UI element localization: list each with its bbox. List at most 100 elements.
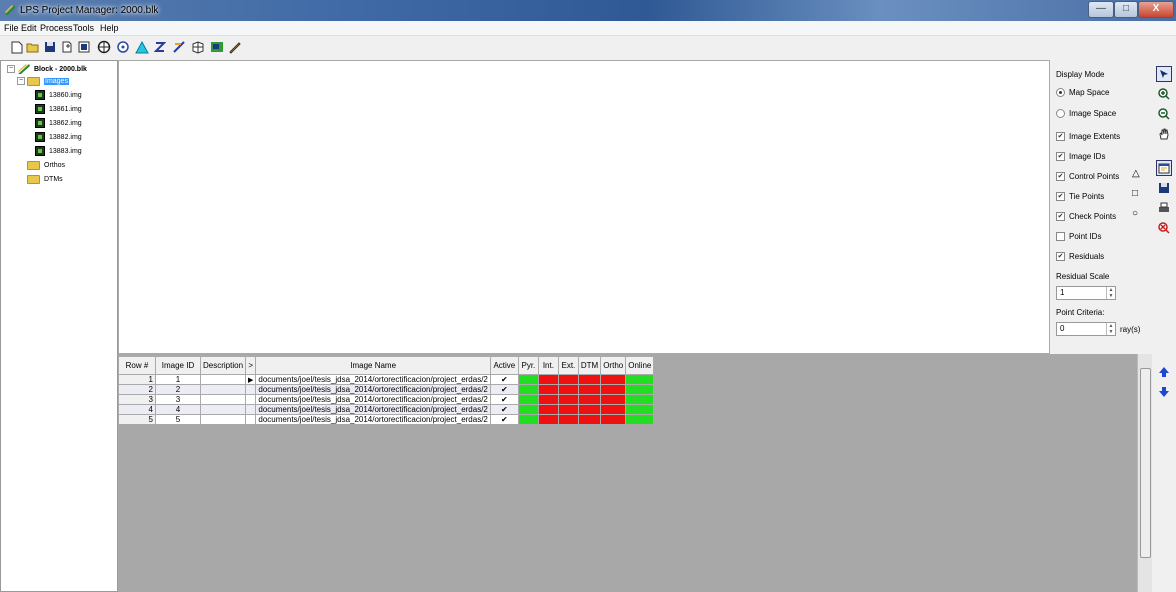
online-status[interactable] — [625, 404, 655, 415]
point-measurement-icon[interactable] — [116, 40, 130, 54]
active-cell[interactable]: ✔ — [489, 384, 519, 395]
interior-status[interactable] — [537, 404, 559, 415]
residuals-checkbox[interactable]: ✔ Residuals — [1056, 252, 1104, 261]
description-cell[interactable] — [199, 404, 247, 415]
image-space-radio[interactable]: Image Space — [1056, 109, 1116, 118]
image-name-cell[interactable]: documents/joel/tesis_jdsa_2014/ortorecti… — [255, 404, 491, 415]
image-name-cell[interactable]: documents/joel/tesis_jdsa_2014/ortorecti… — [255, 384, 491, 395]
add-image-icon[interactable] — [60, 40, 74, 54]
dtm-status[interactable] — [577, 404, 602, 415]
pyramid-status[interactable] — [517, 394, 539, 405]
move-up-icon[interactable] — [1156, 364, 1172, 380]
check-points-checkbox[interactable]: ✔ Check Points — [1056, 212, 1116, 221]
ortho-status[interactable] — [600, 384, 627, 395]
interior-status[interactable] — [537, 394, 559, 405]
active-cell[interactable]: ✔ — [489, 394, 519, 405]
table-row[interactable]: 1 1 ▶ documents/joel/tesis_jdsa_2014/ort… — [118, 374, 655, 385]
exterior-status[interactable] — [557, 404, 579, 415]
interior-status[interactable] — [537, 384, 559, 395]
exterior-status[interactable] — [557, 384, 579, 395]
image-extents-checkbox[interactable]: ✔ Image Extents — [1056, 132, 1120, 141]
tree-image-item[interactable]: 13861.img — [35, 103, 82, 115]
col-ortho[interactable]: Ortho — [600, 356, 627, 375]
mosaic-icon[interactable] — [191, 40, 205, 54]
clear-view-icon[interactable] — [1156, 220, 1172, 236]
pyramid-status[interactable] — [517, 384, 539, 395]
dtm-status[interactable] — [577, 384, 602, 395]
menu-help[interactable]: Help — [100, 23, 119, 33]
open-icon[interactable] — [26, 40, 40, 54]
save-view-icon[interactable] — [1156, 180, 1172, 196]
dtm-status[interactable] — [577, 414, 602, 425]
col-exterior[interactable]: Ext. — [557, 356, 579, 375]
description-cell[interactable] — [199, 384, 247, 395]
pyramid-status[interactable] — [517, 374, 539, 385]
table-row[interactable]: 3 3 documents/joel/tesis_jdsa_2014/ortor… — [118, 394, 655, 405]
spinner-icon[interactable]: ▲ ▼ — [1106, 323, 1115, 335]
image-ids-checkbox[interactable]: ✔ Image IDs — [1056, 152, 1105, 161]
menu-file[interactable]: File — [4, 23, 19, 33]
tree-orthos-folder[interactable]: Orthos — [27, 159, 65, 171]
frame-editor-icon[interactable] — [97, 40, 111, 54]
pyramid-status[interactable] — [517, 414, 539, 425]
row-number-cell[interactable]: 2 — [118, 384, 156, 395]
image-id-cell[interactable]: 3 — [155, 394, 201, 405]
active-cell[interactable]: ✔ — [489, 404, 519, 415]
active-cell[interactable]: ✔ — [489, 414, 519, 425]
close-button[interactable]: X — [1138, 1, 1174, 18]
maximize-button[interactable]: □ — [1114, 1, 1138, 18]
image-name-cell[interactable]: documents/joel/tesis_jdsa_2014/ortorecti… — [255, 414, 491, 425]
block-viewer[interactable] — [118, 60, 1050, 354]
dtm-status[interactable] — [577, 394, 602, 405]
scrollbar-thumb[interactable] — [1140, 368, 1151, 558]
edit-tool-icon[interactable] — [228, 40, 242, 54]
image-name-cell[interactable]: documents/joel/tesis_jdsa_2014/ortorecti… — [255, 374, 491, 385]
col-row-number[interactable]: Row # — [118, 356, 156, 375]
properties-icon[interactable] — [77, 40, 91, 54]
pyramid-status[interactable] — [517, 404, 539, 415]
col-dtm[interactable]: DTM — [577, 356, 602, 375]
row-number-cell[interactable]: 1 — [118, 374, 156, 385]
col-marker[interactable]: > — [244, 356, 257, 375]
tree-root[interactable]: − Block - 2000.blk — [7, 63, 87, 75]
residual-scale-input[interactable]: 1 ▲ ▼ — [1056, 286, 1116, 300]
select-arrow-icon[interactable] — [1156, 66, 1172, 82]
row-number-cell[interactable]: 3 — [118, 394, 156, 405]
triangulation-icon[interactable] — [135, 40, 149, 54]
zoom-out-icon[interactable] — [1156, 106, 1172, 122]
collapse-icon[interactable]: − — [7, 65, 15, 73]
ortho-status[interactable] — [600, 404, 627, 415]
image-info-icon[interactable] — [210, 40, 224, 54]
exterior-status[interactable] — [557, 394, 579, 405]
tree-image-item[interactable]: 13860.img — [35, 89, 82, 101]
col-pyramid[interactable]: Pyr. — [517, 356, 539, 375]
dtm-status[interactable] — [577, 374, 602, 385]
save-icon[interactable] — [43, 40, 57, 54]
control-points-checkbox[interactable]: ✔ Control Points — [1056, 172, 1119, 181]
table-row[interactable]: 2 2 documents/joel/tesis_jdsa_2014/ortor… — [118, 384, 655, 395]
pan-hand-icon[interactable] — [1156, 126, 1172, 142]
active-cell[interactable]: ✔ — [489, 374, 519, 385]
collapse-icon[interactable]: − — [17, 77, 25, 85]
col-image-id[interactable]: Image ID — [155, 356, 201, 375]
image-id-cell[interactable]: 2 — [155, 384, 201, 395]
image-id-cell[interactable]: 1 — [155, 374, 201, 385]
menu-edit[interactable]: Edit — [21, 23, 37, 33]
tree-image-item[interactable]: 13862.img — [35, 117, 82, 129]
tie-points-checkbox[interactable]: ✔ Tie Points — [1056, 192, 1104, 201]
description-cell[interactable] — [199, 414, 247, 425]
point-criteria-input[interactable]: 0 ▲ ▼ — [1056, 322, 1116, 336]
interior-status[interactable] — [537, 374, 559, 385]
zoom-in-icon[interactable] — [1156, 86, 1172, 102]
interior-status[interactable] — [537, 414, 559, 425]
spinner-icon[interactable]: ▲ ▼ — [1106, 287, 1115, 299]
dtm-extract-icon[interactable] — [153, 40, 167, 54]
minimize-button[interactable]: — — [1088, 1, 1114, 18]
online-status[interactable] — [625, 374, 655, 385]
online-status[interactable] — [625, 384, 655, 395]
menu-tools[interactable]: Tools — [73, 23, 94, 33]
col-image-name[interactable]: Image Name — [255, 356, 491, 375]
online-status[interactable] — [625, 394, 655, 405]
col-interior[interactable]: Int. — [537, 356, 559, 375]
tree-image-item[interactable]: 13882.img — [35, 131, 82, 143]
